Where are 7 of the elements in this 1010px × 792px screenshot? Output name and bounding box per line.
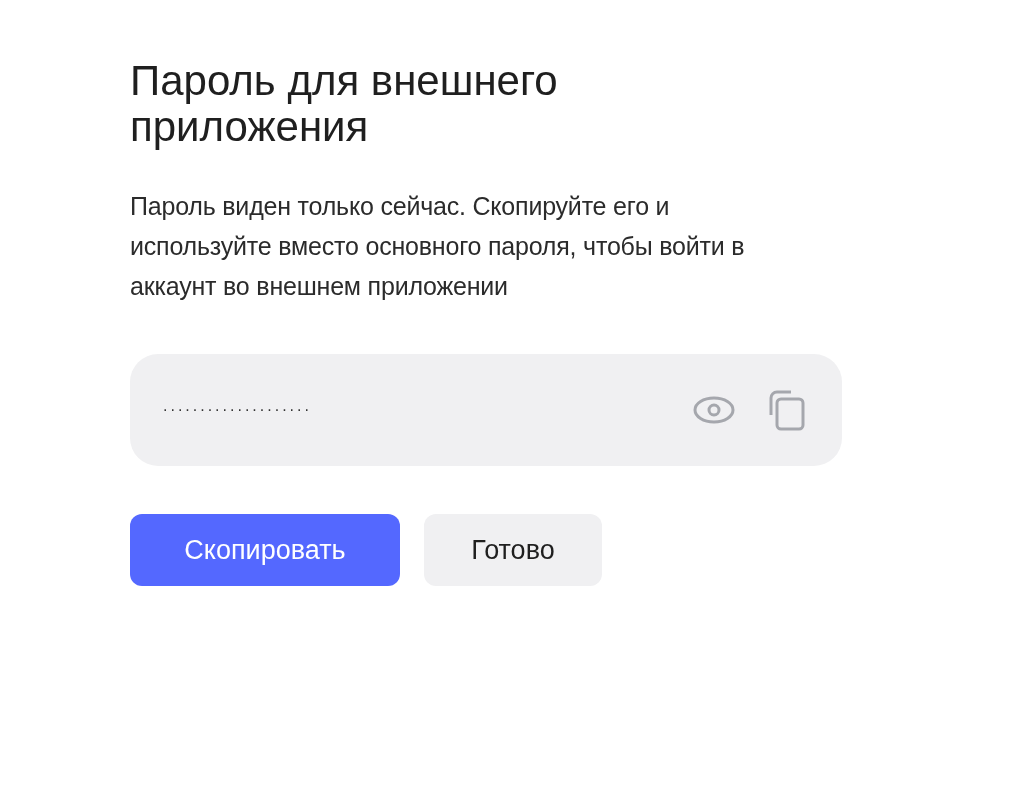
password-field[interactable]: .................... (130, 354, 842, 466)
dialog-title: Пароль для внешнего приложения (130, 58, 559, 150)
copy-button[interactable]: Скопировать (130, 514, 400, 586)
done-button[interactable]: Готово (424, 514, 602, 586)
description-text: Пароль виден только сейчас. Скопируйте его и используйте вместо основного пароля, чтобы войти в аккаунт во внешнем приложении (130, 191, 746, 302)
eye-icon[interactable] (692, 395, 736, 425)
password-dots: .................... (163, 398, 313, 414)
